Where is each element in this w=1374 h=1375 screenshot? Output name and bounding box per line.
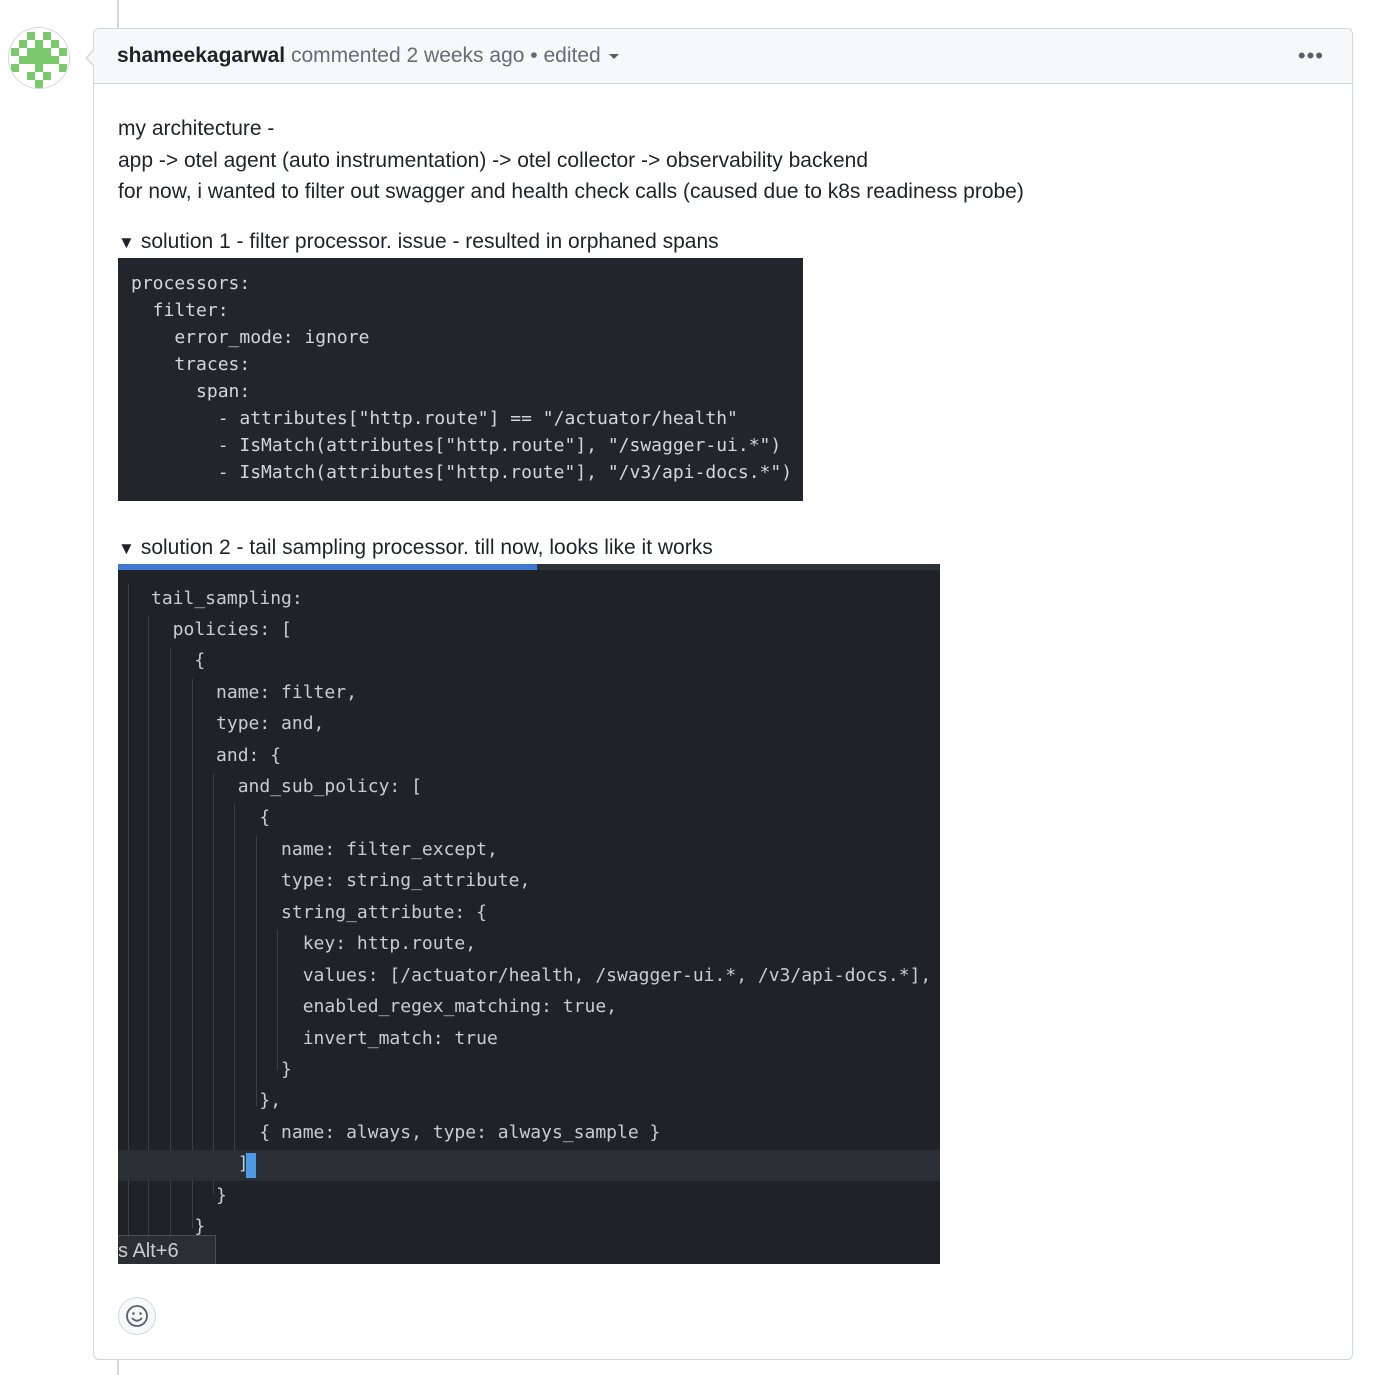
summary-label: solution 1 - filter processor. issue - r… bbox=[140, 230, 719, 253]
code-line: { bbox=[151, 807, 271, 828]
comment-timestamp[interactable]: 2 weeks ago bbox=[407, 44, 525, 67]
body-line: my architecture - bbox=[118, 117, 275, 140]
comment-card: shameekagarwal commented 2 weeks ago • e… bbox=[85, 28, 1353, 1360]
code-line: { name: always, type: always_sample } bbox=[151, 1122, 661, 1143]
code-line: ] bbox=[151, 1153, 249, 1174]
code-line: values: [/actuator/health, /swagger-ui.*… bbox=[151, 965, 932, 986]
code-line: } bbox=[151, 1185, 227, 1206]
header-separator: • bbox=[530, 44, 538, 67]
chevron-down-icon bbox=[608, 53, 619, 59]
code-line: and_sub_policy: [ bbox=[151, 776, 422, 797]
code-block: processors: filter: error_mode: ignore t… bbox=[118, 258, 803, 501]
body-line: app -> otel agent (auto instrumentation)… bbox=[118, 148, 869, 172]
progress-bar bbox=[118, 564, 537, 570]
summary-label: solution 2 - tail sampling processor. ti… bbox=[140, 536, 713, 559]
details-summary-solution-2[interactable]: ▼ solution 2 - tail sampling processor. t… bbox=[118, 536, 713, 560]
comment-header: shameekagarwal commented 2 weeks ago • e… bbox=[94, 29, 1352, 84]
body-line: for now, i wanted to filter out swagger … bbox=[118, 180, 1024, 203]
comment-body: my architecture - app -> otel agent (aut… bbox=[118, 113, 1024, 208]
add-reaction-button[interactable] bbox=[118, 1297, 156, 1335]
comment-action: commented bbox=[290, 44, 401, 67]
code-line: name: filter, bbox=[151, 682, 357, 703]
code-line: { bbox=[151, 650, 206, 671]
edited-dropdown[interactable]: edited bbox=[543, 44, 619, 67]
triangle-down-icon: ▼ bbox=[118, 233, 135, 252]
kebab-horizontal-icon[interactable]: ••• bbox=[1298, 29, 1324, 83]
code-line: policies: [ bbox=[151, 619, 292, 640]
triangle-down-icon: ▼ bbox=[118, 539, 135, 558]
editor-screenshot: tail_sampling: policies: [ { name: filte… bbox=[118, 564, 940, 1264]
code-line: key: http.route, bbox=[151, 933, 477, 954]
avatar[interactable] bbox=[8, 27, 70, 89]
code-line: string_attribute: { bbox=[151, 902, 487, 923]
code-line: enabled_regex_matching: true, bbox=[151, 996, 617, 1017]
smiley-icon bbox=[126, 1305, 148, 1327]
author-link[interactable]: shameekagarwal bbox=[117, 44, 285, 67]
text-cursor bbox=[246, 1153, 256, 1178]
edited-label: edited bbox=[543, 44, 601, 67]
identicon-icon bbox=[9, 28, 69, 88]
code-line: invert_match: true bbox=[151, 1028, 498, 1049]
code-line: } bbox=[151, 1059, 292, 1080]
code-line: }, bbox=[151, 1090, 282, 1111]
shortcut-tooltip: s Alt+6 bbox=[118, 1235, 216, 1264]
code-line: type: and, bbox=[151, 713, 325, 734]
details-summary-solution-1[interactable]: ▼ solution 1 - filter processor. issue - … bbox=[118, 230, 719, 254]
code-line: tail_sampling: bbox=[151, 588, 303, 609]
code-line: type: string_attribute, bbox=[151, 870, 531, 891]
code-line: and: { bbox=[151, 745, 282, 766]
code-line: name: filter_except, bbox=[151, 839, 498, 860]
